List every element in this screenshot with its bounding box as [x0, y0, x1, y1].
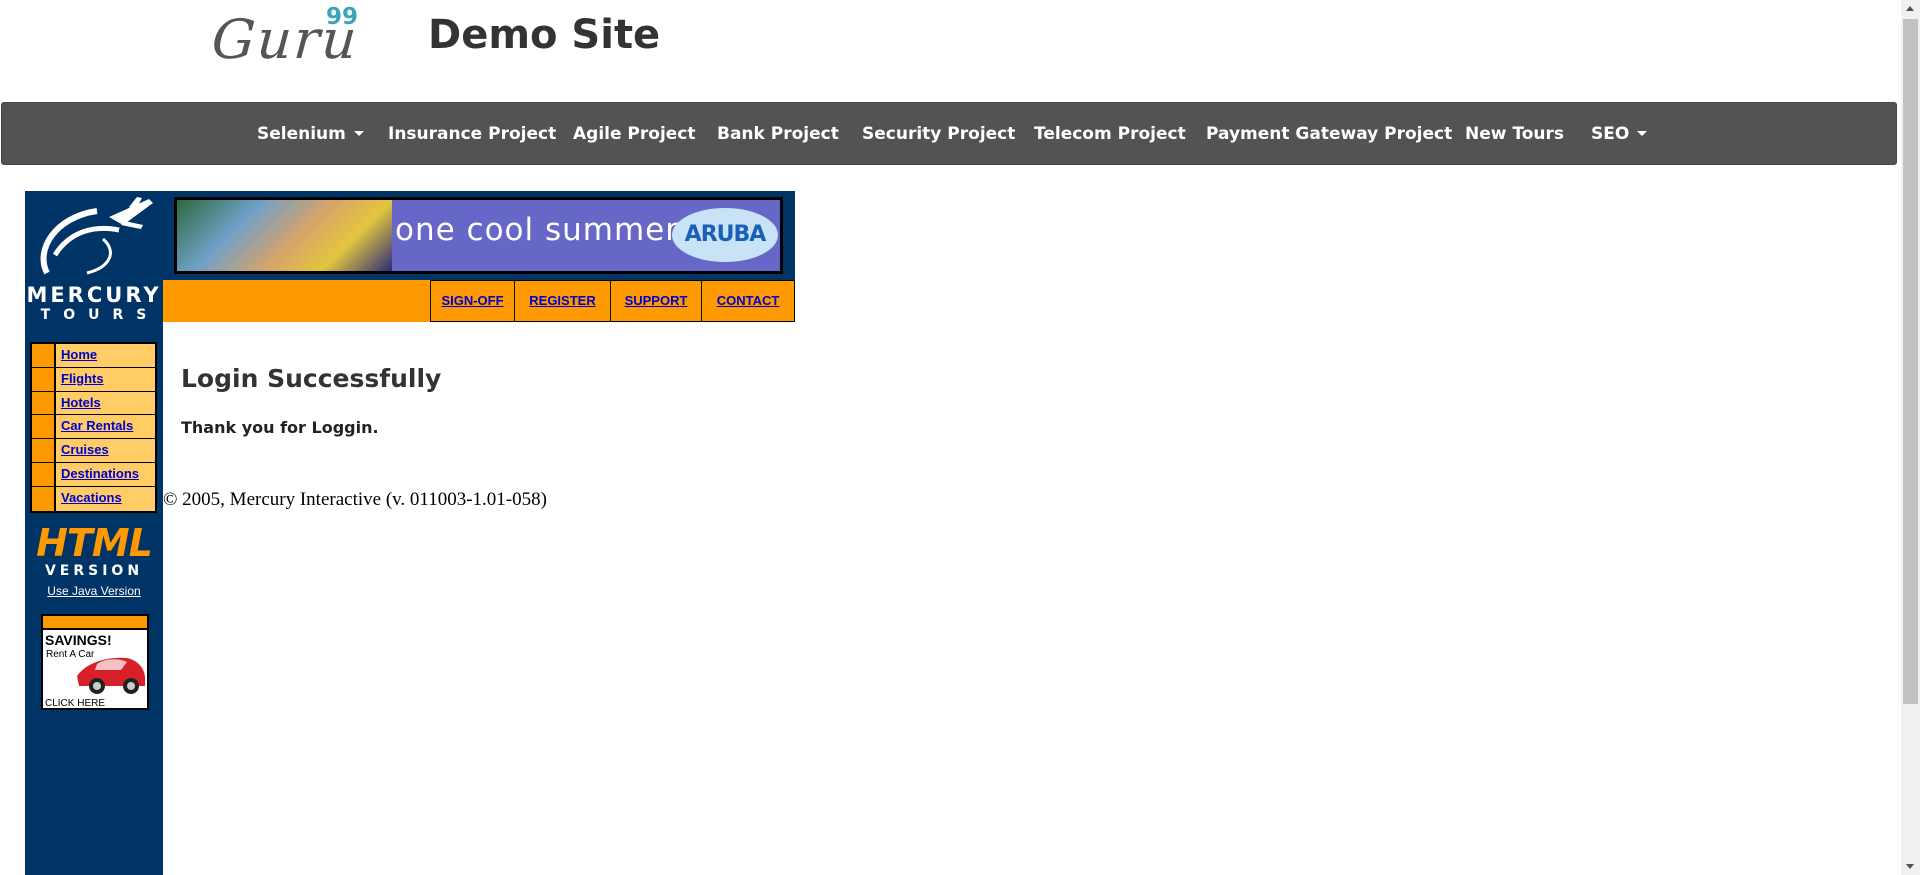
main-navbar: Selenium Insurance Project Agile Project… [1, 102, 1897, 165]
register-link[interactable]: REGISTER [514, 280, 611, 322]
side-link-home[interactable]: Home [56, 344, 155, 367]
scroll-down-arrow-icon[interactable] [1901, 858, 1920, 875]
menu-bullet [32, 486, 56, 511]
nav-label: SEO [1591, 124, 1630, 144]
menu-bullet [32, 344, 56, 367]
aruba-banner-ad[interactable]: one cool summer ARUBA [174, 197, 783, 274]
menu-bullet [32, 439, 56, 462]
support-link[interactable]: SUPPORT [610, 280, 702, 322]
guru99-logo[interactable]: Guru 99 [210, 2, 362, 72]
caret-down-icon [1637, 130, 1648, 136]
caret-down-icon [353, 130, 364, 136]
nav-label: Selenium [257, 124, 346, 144]
login-message: Thank you for Loggin. [181, 418, 379, 437]
scroll-up-arrow-icon[interactable] [1901, 0, 1920, 17]
nav-security-project[interactable]: Security Project [862, 103, 1015, 166]
red-car-icon [77, 657, 145, 694]
side-link-flights[interactable]: Flights [56, 367, 155, 391]
nav-insurance-project[interactable]: Insurance Project [388, 103, 556, 166]
menu-bullet [32, 391, 56, 415]
html-version-title: HTML [36, 521, 153, 565]
html-version-badge: HTML VERSION [34, 521, 154, 581]
contact-link[interactable]: CONTACT [701, 280, 795, 322]
rent-a-car-ad[interactable]: SAVINGS! Rent A Car CLICK HERE [41, 614, 149, 710]
mercury-top-links: SIGN-OFF REGISTER SUPPORT CONTACT [163, 280, 795, 322]
ad-cta: CLICK HERE [45, 698, 106, 709]
side-menu-row-cruises: Cruises [32, 439, 155, 463]
side-link-cruises[interactable]: Cruises [56, 439, 155, 462]
side-menu-row-hotels: Hotels [32, 391, 155, 416]
banner-text: one cool summer [395, 212, 679, 248]
site-title: Demo Site [428, 12, 661, 58]
side-link-car-rentals[interactable]: Car Rentals [56, 415, 155, 439]
menu-bullet [32, 367, 56, 391]
banner-photo [177, 200, 392, 271]
side-menu-row-flights: Flights [32, 367, 155, 392]
mercury-word: MERCURY [26, 283, 162, 307]
nav-seo[interactable]: SEO [1591, 103, 1648, 166]
aruba-logo: ARUBA [672, 208, 778, 262]
nav-bank-project[interactable]: Bank Project [717, 103, 839, 166]
side-menu-row-home: Home [32, 344, 155, 368]
tours-word: TOURS [40, 307, 160, 323]
sign-off-link[interactable]: SIGN-OFF [430, 280, 515, 322]
side-link-destinations[interactable]: Destinations [56, 462, 155, 486]
mercury-side-menu: Home Flights Hotels Car Rentals Cruises … [30, 342, 157, 513]
mercury-sidebar: MERCURY TOURS Home Flights Hotels Car Re… [25, 191, 163, 875]
menu-bullet [32, 462, 56, 486]
side-menu-row-destinations: Destinations [32, 462, 155, 487]
mercury-tours-logo: MERCURY TOURS [25, 195, 163, 323]
use-java-version-link[interactable]: Use Java Version [25, 584, 163, 598]
mercury-banner-area: one cool summer ARUBA [163, 191, 795, 280]
airplane-globe-icon [40, 197, 153, 275]
scrollbar-thumb[interactable] [1903, 19, 1918, 704]
nav-agile-project[interactable]: Agile Project [573, 103, 696, 166]
html-version-subtitle: VERSION [44, 563, 144, 579]
side-link-vacations[interactable]: Vacations [56, 486, 155, 511]
nav-new-tours[interactable]: New Tours [1465, 103, 1564, 166]
logo-superscript: 99 [326, 4, 359, 30]
nav-telecom-project[interactable]: Telecom Project [1034, 103, 1186, 166]
ad-header-bar [43, 616, 147, 630]
vertical-scrollbar[interactable] [1901, 0, 1920, 875]
aruba-brand: ARUBA [684, 222, 767, 247]
side-link-hotels[interactable]: Hotels [56, 391, 155, 415]
nav-payment-gateway-project[interactable]: Payment Gateway Project [1206, 103, 1452, 166]
copyright-footer: © 2005, Mercury Interactive (v. 011003-1… [163, 489, 547, 510]
menu-bullet [32, 415, 56, 439]
side-menu-row-car-rentals: Car Rentals [32, 415, 155, 440]
page-heading: Login Successfully [181, 364, 442, 393]
side-menu-row-vacations: Vacations [32, 486, 155, 511]
nav-selenium[interactable]: Selenium [257, 103, 364, 166]
